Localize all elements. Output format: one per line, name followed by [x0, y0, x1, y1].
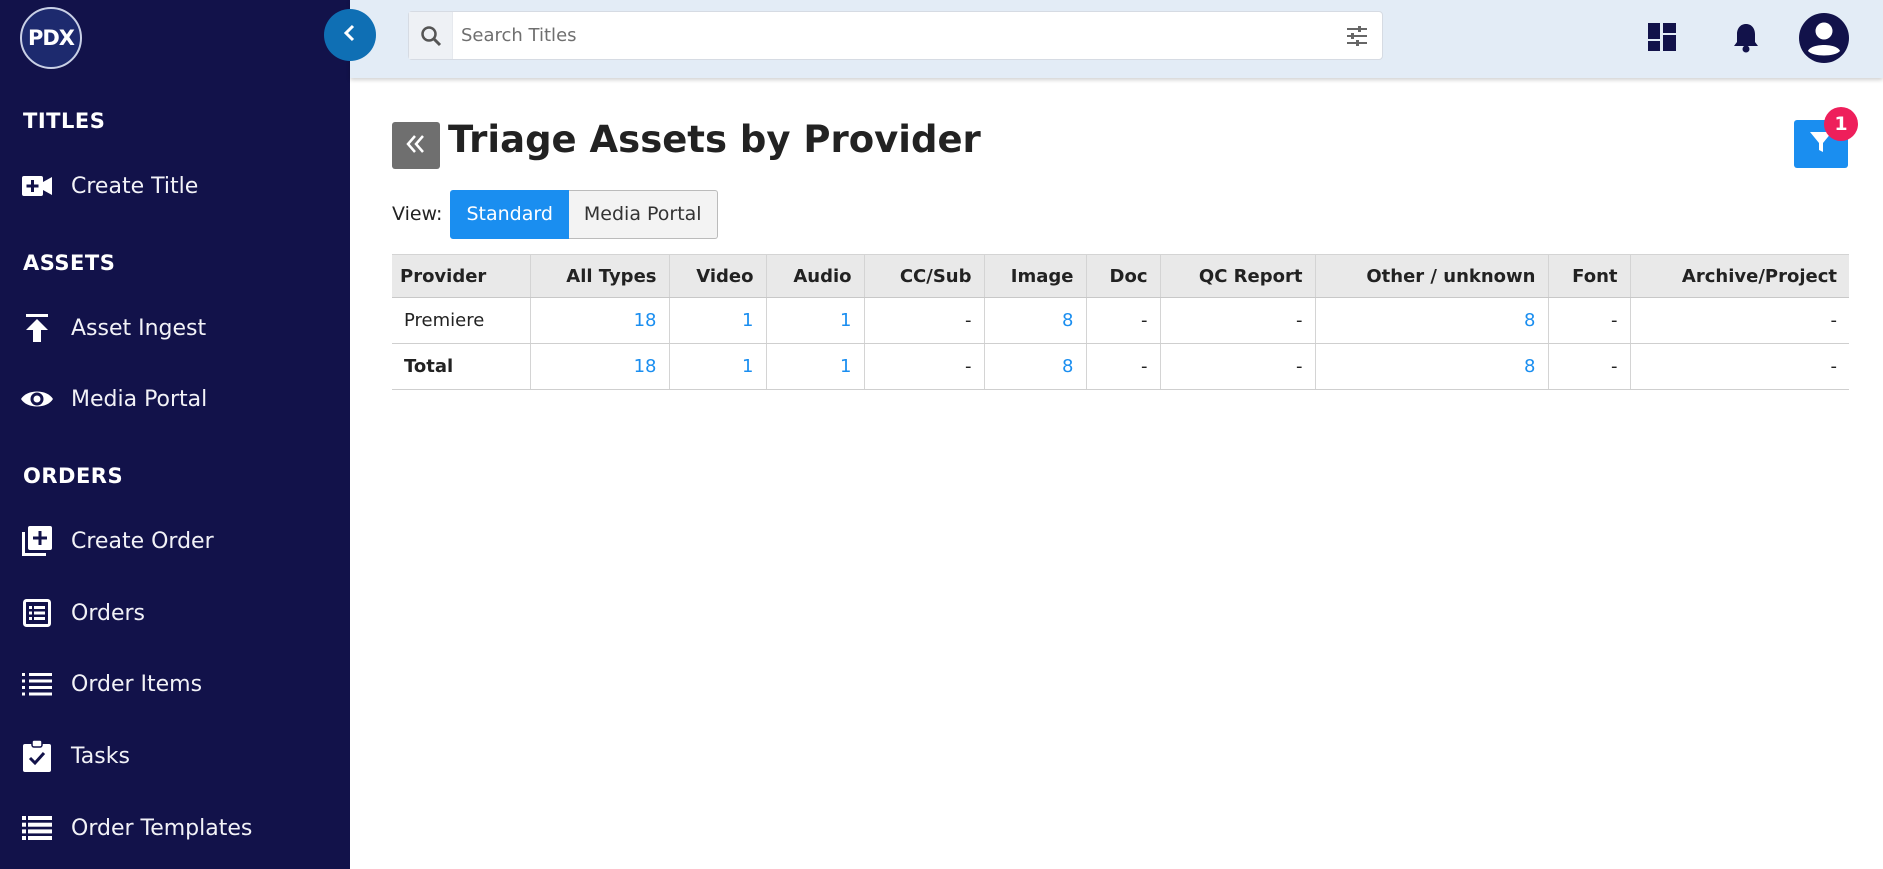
filter-count-badge: 1 — [1824, 107, 1858, 141]
back-button[interactable] — [392, 122, 440, 169]
count-link[interactable]: 1 — [765, 343, 864, 390]
column-header[interactable]: Doc — [1085, 254, 1160, 298]
sidebar-item-label: Order Templates — [71, 815, 253, 841]
count-link[interactable]: 8 — [1314, 343, 1548, 390]
chevron-left-icon — [342, 24, 358, 46]
sidebar-item-media-portal[interactable]: Media Portal — [0, 373, 350, 425]
sidebar-item-label: Asset Ingest — [71, 315, 207, 341]
sidebar-item-label: Create Order — [71, 528, 214, 554]
list-box-icon — [20, 596, 54, 630]
tune-icon[interactable] — [1332, 25, 1382, 47]
dashboard-icon[interactable] — [1638, 13, 1686, 61]
video-plus-icon — [20, 169, 54, 203]
column-header[interactable]: CC/Sub — [863, 254, 984, 298]
view-label: View: — [392, 203, 443, 225]
count-cell: - — [1629, 297, 1849, 344]
page-title: Triage Assets by Provider — [448, 118, 981, 161]
view-selector: View: Standard Media Portal — [392, 189, 718, 239]
total-label-cell: Total — [392, 343, 530, 390]
search-icon — [409, 12, 453, 59]
sidebar-item-label: Order Items — [71, 671, 203, 697]
count-cell: - — [1547, 297, 1630, 344]
column-header[interactable]: QC Report — [1159, 254, 1315, 298]
column-header[interactable]: Video — [668, 254, 766, 298]
view-standard-button[interactable]: Standard — [450, 189, 569, 239]
count-cell: - — [1547, 343, 1630, 390]
count-link[interactable]: 1 — [668, 343, 766, 390]
count-cell: - — [1159, 343, 1315, 390]
logo-text: PDX — [27, 26, 75, 50]
sidebar-item-orders[interactable]: Orders — [0, 587, 350, 639]
count-link[interactable]: 1 — [668, 297, 766, 344]
count-cell: - — [1629, 343, 1849, 390]
column-header[interactable]: All Types — [529, 254, 669, 298]
table-header-row: Provider All Types Video Audio CC/Sub Im… — [392, 254, 1849, 298]
collapse-sidebar-button[interactable] — [324, 9, 376, 61]
column-header[interactable]: Font — [1547, 254, 1630, 298]
upload-icon — [20, 311, 54, 345]
section-title-assets: ASSETS — [23, 251, 116, 275]
count-cell: - — [1085, 297, 1160, 344]
sidebar: PDX TITLES Create Title ASSETS Asset Ing… — [0, 0, 350, 869]
bell-icon[interactable] — [1722, 13, 1770, 61]
clipboard-check-icon — [20, 739, 54, 773]
view-toggle-group: Standard Media Portal — [450, 189, 718, 239]
section-title-titles: TITLES — [23, 109, 106, 133]
sidebar-item-order-items[interactable]: Order Items — [0, 658, 350, 710]
sidebar-item-order-templates[interactable]: Order Templates — [0, 802, 350, 854]
count-link[interactable]: 18 — [529, 297, 669, 344]
pdx-logo[interactable]: PDX — [20, 7, 82, 69]
top-bar — [350, 0, 1883, 78]
table-rows-icon — [20, 811, 54, 845]
triage-assets-table: Provider All Types Video Audio CC/Sub Im… — [392, 254, 1849, 390]
double-chevron-left-icon — [404, 133, 428, 159]
column-header[interactable]: Image — [983, 254, 1086, 298]
sidebar-item-asset-ingest[interactable]: Asset Ingest — [0, 302, 350, 354]
count-link[interactable]: 1 — [765, 297, 864, 344]
eye-icon — [20, 382, 54, 416]
table-row: Premiere 18 1 1 - 8 - - 8 - - — [392, 297, 1849, 344]
add-box-icon — [20, 524, 54, 558]
count-link[interactable]: 18 — [529, 343, 669, 390]
search-bar — [408, 11, 1383, 60]
count-cell: - — [1159, 297, 1315, 344]
count-cell: - — [1085, 343, 1160, 390]
sidebar-item-tasks[interactable]: Tasks — [0, 730, 350, 782]
sidebar-item-label: Media Portal — [71, 386, 208, 412]
column-header[interactable]: Provider — [392, 254, 530, 298]
count-link[interactable]: 8 — [983, 343, 1086, 390]
sidebar-item-create-order[interactable]: Create Order — [0, 515, 350, 567]
account-icon[interactable] — [1796, 10, 1852, 66]
view-media-portal-button[interactable]: Media Portal — [568, 189, 718, 239]
column-header[interactable]: Audio — [765, 254, 864, 298]
sidebar-item-create-title[interactable]: Create Title — [0, 160, 350, 212]
search-input[interactable] — [453, 13, 1332, 58]
count-link[interactable]: 8 — [983, 297, 1086, 344]
count-link[interactable]: 8 — [1314, 297, 1548, 344]
sidebar-item-label: Create Title — [71, 173, 199, 199]
list-icon — [20, 667, 54, 701]
sidebar-item-label: Tasks — [71, 743, 130, 769]
provider-cell: Premiere — [392, 297, 530, 344]
table-total-row: Total 18 1 1 - 8 - - 8 - - — [392, 343, 1849, 390]
sidebar-item-label: Orders — [71, 600, 145, 626]
section-title-orders: ORDERS — [23, 464, 124, 488]
count-cell: - — [863, 297, 984, 344]
column-header[interactable]: Other / unknown — [1314, 254, 1548, 298]
column-header[interactable]: Archive/Project — [1629, 254, 1849, 298]
count-cell: - — [863, 343, 984, 390]
